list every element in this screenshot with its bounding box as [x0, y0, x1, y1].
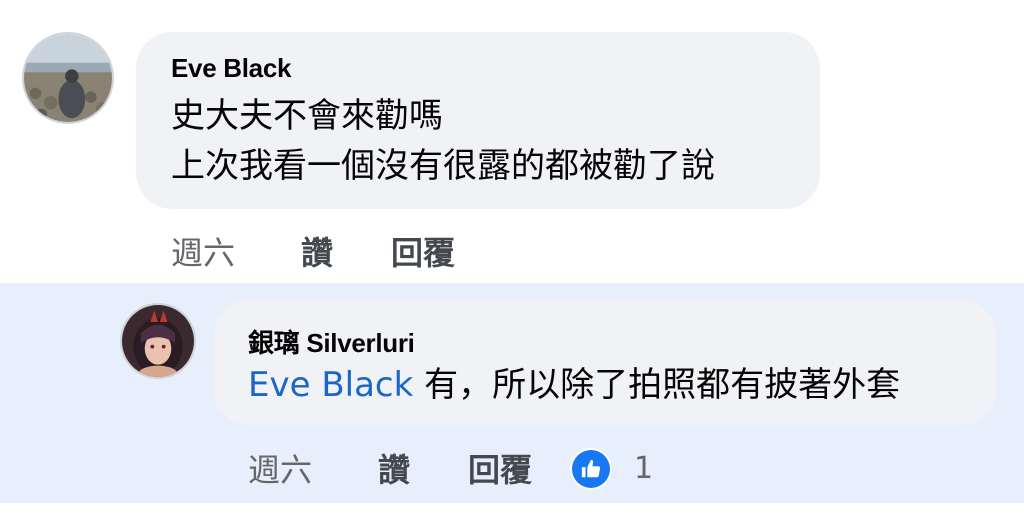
- profile-photo-icon: [122, 305, 194, 377]
- comment-1: Eve Black 史大夫不會來勸嗎 上次我看一個沒有很露的都被勸了說 週六 讚…: [0, 0, 1024, 283]
- comment-text-body: 有，所以除了拍照都有披著外套: [413, 365, 901, 405]
- comment-text-line-1: 史大夫不會來勸嗎: [171, 96, 443, 136]
- comment-author[interactable]: 銀璃 Silverluri: [248, 323, 415, 360]
- comment-author[interactable]: Eve Black: [171, 53, 291, 84]
- comment-text: Eve Black 有，所以除了拍照都有披著外套: [248, 359, 900, 411]
- comment-2-reply: 銀璃 Silverluri Eve Black 有，所以除了拍照都有披著外套 週…: [0, 283, 1024, 503]
- thumbs-up-icon[interactable]: [572, 450, 610, 488]
- reply-button[interactable]: 回覆: [391, 228, 455, 274]
- beach-photo-icon: [24, 34, 112, 122]
- like-button[interactable]: 讚: [301, 228, 333, 274]
- comment-text-line-2: 上次我看一個沒有很露的都被勸了說: [171, 146, 715, 186]
- comment-timestamp[interactable]: 週六: [171, 228, 235, 274]
- reaction-count[interactable]: 1: [634, 451, 653, 486]
- avatar-eve-black[interactable]: [22, 32, 114, 124]
- reply-button[interactable]: 回覆: [468, 445, 532, 491]
- bottom-spacer: [0, 503, 1024, 523]
- comment-timestamp[interactable]: 週六: [248, 445, 312, 491]
- like-button[interactable]: 讚: [378, 445, 410, 491]
- avatar-silverluri[interactable]: [120, 303, 196, 379]
- mention-link[interactable]: Eve Black: [248, 365, 413, 405]
